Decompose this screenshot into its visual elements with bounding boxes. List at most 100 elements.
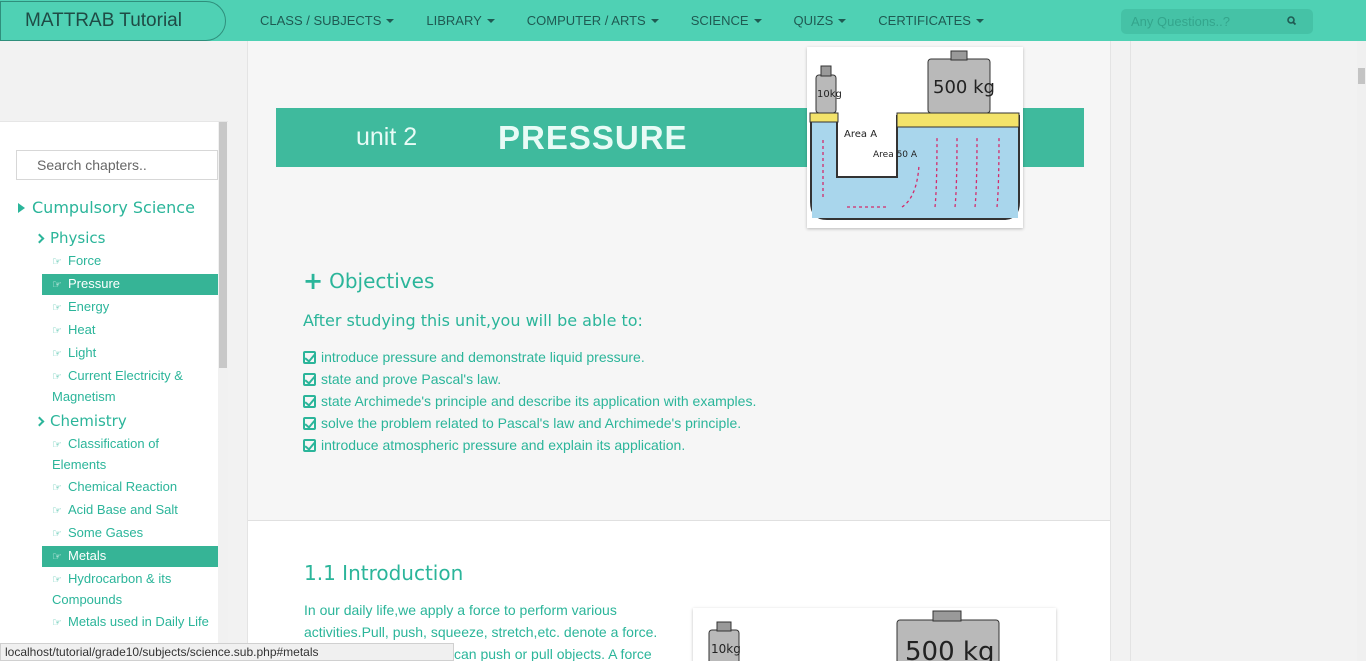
unit-title: PRESSURE <box>498 119 688 156</box>
pascal-law-figure-2: 10kg 500 kg <box>693 608 1056 661</box>
sidebar-scrollbar-thumb[interactable] <box>219 122 227 368</box>
arrow-right-icon <box>18 202 25 213</box>
chapter-label: Acid Base and Salt <box>68 502 178 517</box>
plus-icon: + <box>303 267 324 295</box>
caret-down-icon <box>753 18 762 23</box>
objective-item: introduce atmospheric pressure and expla… <box>303 434 756 456</box>
hand-point-right-icon: ☞ <box>52 482 62 494</box>
chapter-label: Current Electricity & Magnetism <box>52 368 183 404</box>
menu-label: COMPUTER / ARTS <box>526 13 646 28</box>
chapter-label: Pressure <box>68 276 121 291</box>
chapter-metals[interactable]: ☞ Metals <box>42 546 218 567</box>
menu-certificates[interactable]: CERTIFICATES <box>862 0 1000 41</box>
chapter-label: Metals used in Daily Life <box>68 614 209 629</box>
menu-computer-arts[interactable]: COMPUTER / ARTS <box>511 0 675 41</box>
tree-group-label: Physics <box>50 229 106 247</box>
introduction-section: 1.1 Introduction In our daily life,we ap… <box>248 521 1110 661</box>
intro-line: activities.Pull, push, squeeze, stretch,… <box>304 624 658 640</box>
check-square-icon <box>303 350 316 364</box>
area-50a-label: Area 50 A <box>873 150 918 160</box>
chapter-label: Metals <box>68 548 107 563</box>
chapter-light[interactable]: ☞ Light <box>42 343 218 364</box>
chapter-classification-of-elements[interactable]: ☞ Classification of Elements <box>42 434 192 475</box>
objectives-title: Objectives <box>329 269 435 293</box>
hand-point-right-icon: ☞ <box>52 505 62 517</box>
menu-label: CLASS / SUBJECTS <box>260 13 382 28</box>
chapter-force[interactable]: ☞ Force <box>42 251 218 272</box>
objective-item: state Archimede's principle and describe… <box>303 390 756 412</box>
hand-point-right-icon: ☞ <box>52 302 62 314</box>
objective-item: introduce pressure and demonstrate liqui… <box>303 346 756 368</box>
menu-label: CERTIFICATES <box>878 13 971 28</box>
menu-class-subjects[interactable]: CLASS / SUBJECTS <box>244 0 410 41</box>
check-square-icon <box>303 372 316 386</box>
chapter-label: Force <box>68 253 102 268</box>
objective-item: state and prove Pascal's law. <box>303 368 756 390</box>
chapter-label: Hydrocarbon & its Compounds <box>52 571 172 607</box>
menu-label: QUIZS <box>793 13 834 28</box>
menu-library[interactable]: LIBRARY <box>410 0 510 41</box>
chapter-label: Heat <box>68 322 96 337</box>
hand-point-right-icon: ☞ <box>52 256 62 268</box>
hand-point-right-icon: ☞ <box>52 574 62 586</box>
chapter-energy[interactable]: ☞ Energy <box>42 297 218 318</box>
pascal-law-figure: 10kg 500 kg Area A Area 50 A <box>807 47 1023 228</box>
page-scrollbar[interactable] <box>1357 41 1366 661</box>
chevron-right-icon <box>34 416 45 426</box>
chapter-heat[interactable]: ☞ Heat <box>42 320 218 341</box>
check-square-icon <box>303 416 316 430</box>
small-weight-label-2: 10kg <box>711 642 741 656</box>
objectives-heading: + Objectives <box>303 269 434 293</box>
chapter-label: Light <box>68 345 97 360</box>
search-icon[interactable] <box>1284 13 1300 29</box>
chapter-search-input[interactable] <box>16 150 218 180</box>
objectives-list: introduce pressure and demonstrate liqui… <box>303 346 756 456</box>
chapter-hydrocarbon[interactable]: ☞ Hydrocarbon & its Compounds <box>42 569 210 610</box>
chapter-current-electricity[interactable]: ☞ Current Electricity & Magnetism <box>42 366 210 407</box>
top-navbar: MATTRAB Tutorial CLASS / SUBJECTS LIBRAR… <box>0 0 1366 41</box>
menu-label: SCIENCE <box>690 13 749 28</box>
tree-group-label: Chemistry <box>50 412 127 430</box>
hand-point-right-icon: ☞ <box>52 371 62 383</box>
objective-text: introduce atmospheric pressure and expla… <box>321 437 686 453</box>
big-weight-label-2: 500 kg <box>905 637 994 661</box>
chapter-label: Energy <box>68 299 110 314</box>
question-search-input[interactable] <box>1121 9 1281 34</box>
tree-group-chemistry[interactable]: Chemistry <box>34 412 127 430</box>
main-content: unit 2 PRESSURE 10kg 500 kg Area A Area … <box>247 41 1111 661</box>
chapter-chemical-reaction[interactable]: ☞ Chemical Reaction <box>42 477 218 498</box>
hand-point-right-icon: ☞ <box>52 617 62 629</box>
objective-text: state and prove Pascal's law. <box>321 371 502 387</box>
caret-down-icon <box>975 18 984 23</box>
small-weight-label: 10kg <box>817 89 842 100</box>
objective-text: solve the problem related to Pascal's la… <box>321 415 742 431</box>
hand-point-right-icon: ☞ <box>52 325 62 337</box>
hand-point-right-icon: ☞ <box>52 348 62 360</box>
objectives-subheading: After studying this unit,you will be abl… <box>303 311 643 330</box>
chapter-metals-daily-life[interactable]: ☞ Metals used in Daily Life <box>42 612 218 633</box>
check-square-icon <box>303 438 316 452</box>
brand-logo[interactable]: MATTRAB Tutorial <box>0 1 226 41</box>
menu-quizs[interactable]: QUIZS <box>778 0 863 41</box>
caret-down-icon <box>386 18 395 23</box>
page-scrollbar-thumb[interactable] <box>1358 68 1365 84</box>
hand-point-right-icon: ☞ <box>52 279 62 291</box>
big-weight-label: 500 kg <box>933 77 995 98</box>
tree-root-label: Cumpulsory Science <box>32 198 195 217</box>
chapter-acid-base-salt[interactable]: ☞ Acid Base and Salt <box>42 500 218 521</box>
hand-point-right-icon: ☞ <box>52 528 62 540</box>
caret-down-icon <box>486 18 495 23</box>
check-square-icon <box>303 394 316 408</box>
right-panel <box>1130 41 1357 661</box>
chapter-label: Chemical Reaction <box>68 479 178 494</box>
chapter-some-gases[interactable]: ☞ Some Gases <box>42 523 218 544</box>
intro-line: In our daily life,we apply a force to pe… <box>304 602 617 618</box>
objective-text: introduce pressure and demonstrate liqui… <box>321 349 645 365</box>
chapter-label: Some Gases <box>68 525 144 540</box>
browser-status-bar: localhost/tutorial/grade10/subjects/scie… <box>0 643 454 661</box>
chevron-right-icon <box>34 233 45 243</box>
tree-group-physics[interactable]: Physics <box>34 229 106 247</box>
chapter-pressure[interactable]: ☞ Pressure <box>42 274 218 295</box>
menu-science[interactable]: SCIENCE <box>675 0 778 41</box>
tree-root-compulsory-science[interactable]: Cumpulsory Science <box>18 198 195 217</box>
